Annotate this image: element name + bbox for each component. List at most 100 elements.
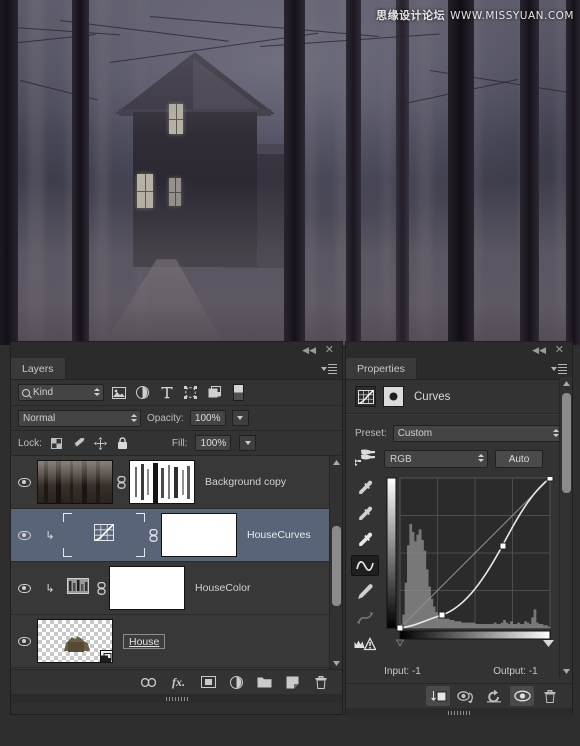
layer-name[interactable]: HouseColor [195, 582, 250, 594]
layer-thumbnail[interactable] [37, 619, 113, 663]
opacity-input[interactable]: 100% [189, 410, 226, 426]
close-icon[interactable]: ✕ [325, 344, 334, 356]
opacity-dropdown-button[interactable] [231, 410, 249, 426]
layer-mask-thumbnail[interactable] [161, 513, 237, 557]
tab-properties[interactable]: Properties [346, 358, 417, 379]
collapse-double-arrow-icon[interactable]: ◀◀ [532, 344, 546, 356]
filter-enable-toggle[interactable] [233, 384, 244, 401]
curves-graph[interactable] [386, 477, 556, 647]
fill-dropdown-button[interactable] [239, 435, 257, 451]
layer-mask-thumbnail[interactable] [109, 566, 185, 610]
watermark: 思缘设计论坛 WWW.MISSYUAN.COM [376, 7, 574, 23]
layer-visibility-toggle[interactable] [11, 477, 37, 487]
curve-point-shadow [438, 611, 446, 619]
layer-thumbnail[interactable] [63, 575, 93, 601]
curves-adjustment-icon[interactable] [355, 386, 376, 407]
layer-visibility-toggle[interactable] [11, 636, 37, 646]
pixel-layer-filter-icon[interactable] [109, 383, 128, 402]
on-image-adjust-icon[interactable] [355, 448, 377, 471]
foreground-trunk [346, 0, 361, 345]
tab-layers[interactable]: Layers [11, 358, 66, 379]
search-icon [22, 388, 30, 397]
panel-resize-grip[interactable] [346, 708, 572, 717]
blend-mode-select[interactable]: Normal [18, 409, 141, 427]
layer-name[interactable]: HouseCurves [247, 529, 311, 541]
smooth-curve-icon[interactable] [351, 607, 379, 628]
lock-position-icon[interactable] [94, 436, 108, 450]
lock-all-icon[interactable] [116, 436, 130, 450]
layer-thumbnail[interactable] [37, 460, 113, 504]
scroll-up-arrow-icon[interactable] [560, 377, 572, 389]
adjustment-layer-filter-icon[interactable] [133, 383, 152, 402]
layer-thumbnail[interactable] [63, 513, 145, 557]
lock-image-pixels-icon[interactable] [72, 436, 86, 450]
gray-point-eyedropper-icon[interactable] [351, 503, 379, 524]
layer-list-scrollbar[interactable] [329, 456, 342, 669]
scroll-up-arrow-icon[interactable] [330, 456, 342, 468]
scroll-down-arrow-icon[interactable] [330, 657, 342, 669]
type-layer-filter-icon[interactable] [157, 383, 176, 402]
layer-visibility-toggle[interactable] [11, 583, 37, 593]
link-layers-icon[interactable] [141, 675, 156, 690]
layer-name[interactable]: Background copy [205, 476, 286, 488]
reset-icon[interactable] [482, 686, 506, 706]
layer-name-input[interactable]: House [123, 633, 166, 649]
delete-layer-icon[interactable] [313, 675, 328, 690]
white-point-eyedropper-icon[interactable] [351, 529, 379, 550]
clip-to-layer-icon[interactable] [426, 686, 450, 706]
view-previous-state-icon[interactable] [454, 686, 478, 706]
tab-layers-label: Layers [22, 362, 54, 375]
toggle-visibility-icon[interactable] [510, 686, 534, 706]
preset-select[interactable]: Custom [392, 424, 563, 442]
foreground-trunk [396, 0, 409, 345]
foreground-trunk [448, 0, 474, 345]
table-row[interactable]: Background copy [11, 456, 342, 509]
collapse-double-arrow-icon[interactable]: ◀◀ [302, 344, 316, 356]
auto-button[interactable]: Auto [495, 450, 543, 468]
curve-point-tool-icon[interactable] [351, 555, 379, 576]
lock-transparent-pixels-icon[interactable] [50, 436, 64, 450]
add-layer-mask-icon[interactable] [201, 675, 216, 690]
layers-panel: ◀◀ ✕ Layers Kind Normal Opacity: 100% Lo… [10, 341, 343, 715]
table-row[interactable]: House [11, 615, 342, 668]
shape-layer-filter-icon[interactable] [181, 383, 200, 402]
clipping-mask-arrow-icon: ↳ [45, 529, 55, 542]
fill-input[interactable]: 100% [195, 435, 232, 451]
panel-menu-icon[interactable] [321, 363, 337, 375]
table-row[interactable]: ↳ [11, 562, 342, 615]
mask-link-icon[interactable] [113, 475, 129, 489]
delete-adjustment-icon[interactable] [538, 686, 562, 706]
image-canvas[interactable]: 思缘设计论坛 WWW.MISSYUAN.COM [0, 0, 580, 345]
pencil-draw-curve-icon[interactable] [351, 581, 379, 602]
panel-menu-icon[interactable] [551, 363, 567, 375]
clipping-warning-icon[interactable] [351, 633, 379, 654]
smart-object-filter-icon[interactable] [205, 383, 224, 402]
close-icon[interactable]: ✕ [555, 344, 564, 356]
properties-divider [346, 414, 572, 421]
scrollbar-thumb[interactable] [332, 526, 341, 606]
layer-mask-thumbnail[interactable] [129, 460, 195, 504]
lock-row: Lock: Fill: 100% [11, 431, 342, 456]
layer-name: House [129, 635, 160, 648]
scrollbar-thumb[interactable] [562, 393, 571, 493]
table-row[interactable]: ↳ [11, 509, 342, 562]
channel-select[interactable]: RGB [384, 450, 488, 468]
layer-mask-icon[interactable] [383, 386, 404, 407]
tab-properties-label: Properties [357, 362, 405, 375]
scroll-down-arrow-icon[interactable] [560, 665, 572, 677]
properties-title: Curves [414, 390, 451, 403]
layers-tabrow: Layers [11, 358, 342, 380]
mask-link-icon[interactable] [93, 581, 109, 595]
new-layer-icon[interactable] [285, 675, 300, 690]
new-group-icon[interactable] [257, 675, 272, 690]
properties-scrollbar[interactable] [559, 377, 572, 677]
black-point-eyedropper-icon[interactable] [351, 477, 379, 498]
add-layer-style-icon[interactable]: fx. [169, 675, 188, 690]
filter-kind-select[interactable]: Kind [18, 384, 104, 401]
new-adjustment-layer-icon[interactable] [229, 675, 244, 690]
layer-visibility-toggle[interactable] [11, 530, 37, 540]
layer-list[interactable]: Background copy ↳ HouseCurves ↳ HouseCol… [11, 456, 342, 669]
eye-icon [17, 477, 31, 487]
panel-resize-grip[interactable] [11, 694, 342, 703]
mask-link-icon[interactable] [145, 528, 161, 542]
